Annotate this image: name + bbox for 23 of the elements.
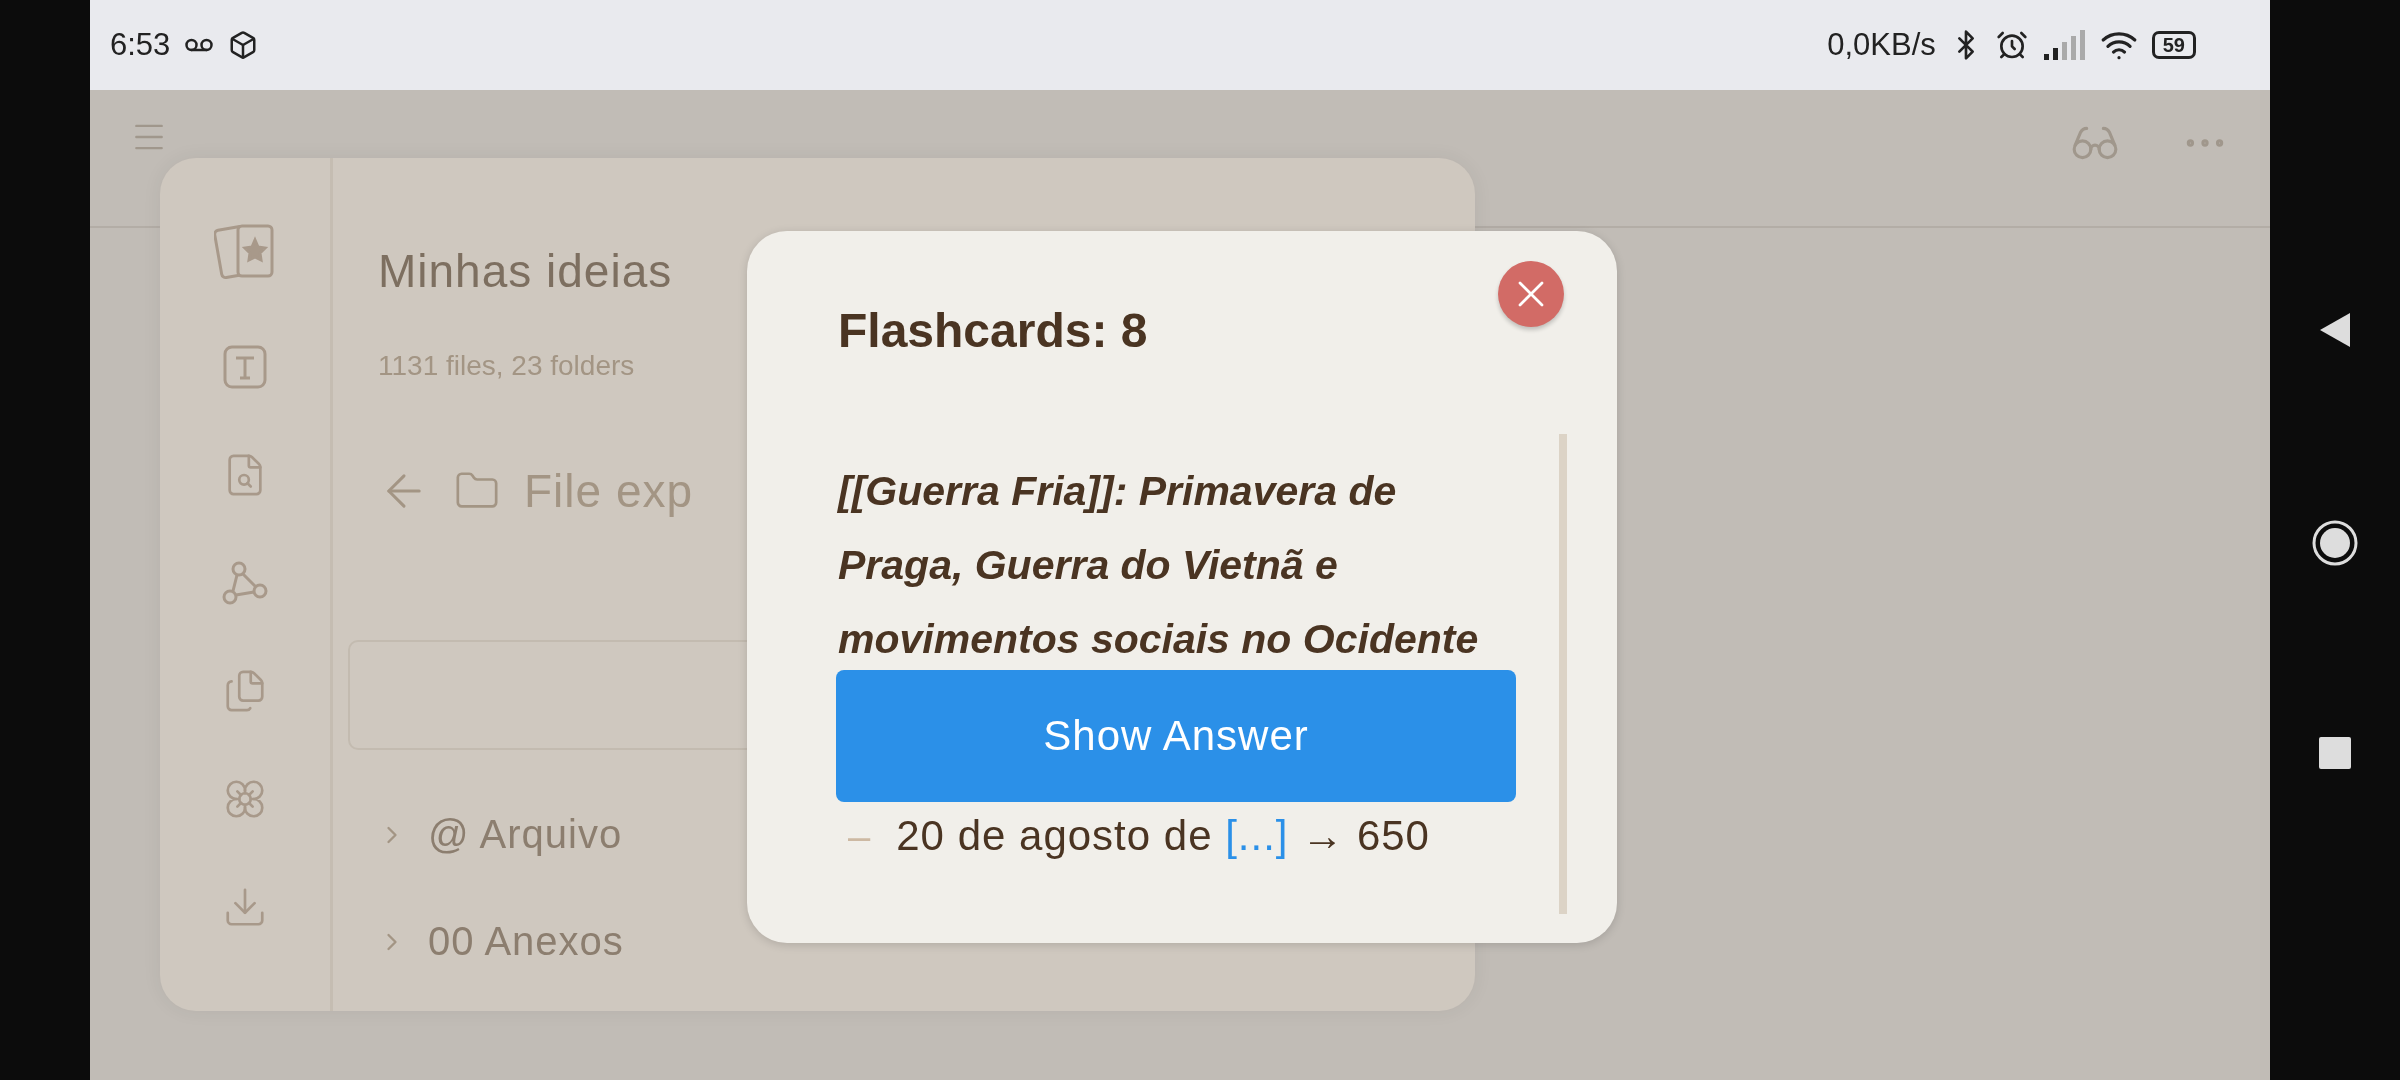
alarm-icon <box>1995 29 2028 61</box>
battery-level: 59 <box>2151 31 2196 59</box>
list-bullet: – <box>848 813 871 859</box>
ellipsis-link[interactable]: [...] <box>1225 812 1289 859</box>
clock-time: 6:53 <box>110 27 171 63</box>
modal-title: Flashcards: 8 <box>838 303 1148 358</box>
text-icon[interactable] <box>222 344 268 390</box>
recents-icon[interactable] <box>2319 737 2351 769</box>
card-question: [[Guerra Fria]]: Primavera de Praga, Guerra do Vietnã e movimentos sociais no Ocidente <box>838 467 1480 664</box>
show-answer-button[interactable]: Show Answer <box>836 670 1516 802</box>
view-title: File exp <box>524 464 694 518</box>
network-speed: 0,0KB/s <box>1827 27 1936 63</box>
signal-icon <box>2041 30 2086 60</box>
context-line: 20 de agosto de [...] → 650 <box>896 812 1430 860</box>
home-icon[interactable] <box>2311 519 2359 567</box>
cube-icon <box>228 30 259 60</box>
folder-item[interactable]: @ Arquivo <box>428 812 623 857</box>
back-icon[interactable] <box>2318 311 2352 349</box>
vault-title: Minhas ideias <box>378 244 673 298</box>
graph-icon[interactable] <box>222 560 268 606</box>
close-button[interactable] <box>1498 261 1564 327</box>
folder-item[interactable]: 00 Anexos <box>428 919 624 964</box>
vault-stats: 1131 files, 23 folders <box>378 350 635 382</box>
